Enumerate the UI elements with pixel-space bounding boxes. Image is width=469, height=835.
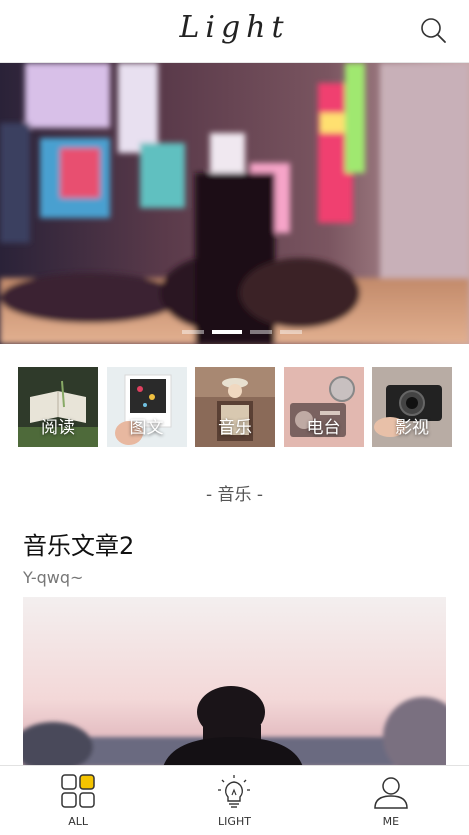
article-author[interactable]: Y-qwq~ bbox=[23, 568, 83, 587]
category-reading[interactable]: 阅读 bbox=[18, 367, 98, 447]
category-film[interactable]: 影视 bbox=[372, 367, 452, 447]
user-icon bbox=[374, 777, 408, 809]
nav-light[interactable]: LIGHT bbox=[156, 766, 312, 835]
category-label: 电台 bbox=[306, 418, 341, 438]
bottom-navigation: ALL LIGHT ME bbox=[0, 765, 469, 835]
category-music[interactable]: 音乐 bbox=[195, 367, 275, 447]
nav-all[interactable]: ALL bbox=[0, 766, 156, 835]
nav-label: ALL bbox=[68, 815, 89, 828]
grid-icon bbox=[61, 774, 95, 808]
carousel-dots bbox=[182, 330, 302, 334]
nav-me[interactable]: ME bbox=[313, 766, 469, 835]
category-radio[interactable]: 电台 bbox=[283, 367, 364, 447]
article-cover-image[interactable] bbox=[23, 597, 446, 767]
category-photo-text[interactable]: 图文 bbox=[106, 367, 187, 447]
nav-label: ME bbox=[382, 815, 400, 828]
section-title: - 音乐 - bbox=[205, 485, 264, 505]
search-icon[interactable] bbox=[419, 16, 447, 44]
article-title[interactable]: 音乐文章2 bbox=[23, 526, 134, 561]
city-night-photo bbox=[0, 63, 469, 344]
app-logo[interactable]: Light bbox=[0, 10, 469, 45]
category-row: 阅读 图文 音乐 电台 影视 bbox=[18, 367, 452, 447]
category-label: 影视 bbox=[395, 418, 429, 438]
lightbulb-icon bbox=[218, 775, 251, 808]
carousel-dot-active[interactable] bbox=[212, 330, 242, 334]
sunset-portrait-photo bbox=[23, 597, 446, 767]
category-label: 音乐 bbox=[218, 418, 252, 438]
carousel-dot[interactable] bbox=[250, 330, 272, 334]
top-header: Light bbox=[0, 0, 469, 63]
category-label: 图文 bbox=[129, 418, 164, 438]
category-label: 阅读 bbox=[41, 418, 75, 438]
banner-carousel[interactable] bbox=[0, 63, 469, 344]
nav-label: LIGHT bbox=[218, 815, 251, 828]
carousel-dot[interactable] bbox=[280, 330, 302, 334]
carousel-dot[interactable] bbox=[182, 330, 204, 334]
